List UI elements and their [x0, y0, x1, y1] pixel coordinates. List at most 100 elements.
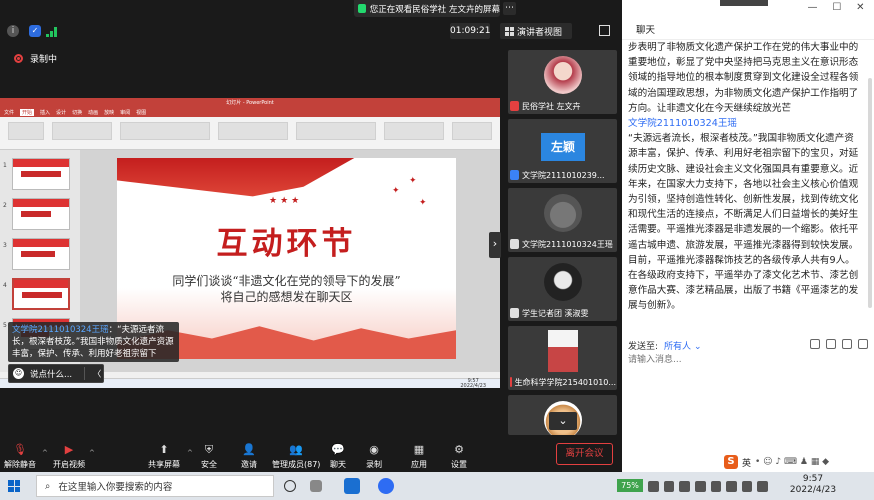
- record-button[interactable]: ◉ 录制: [366, 442, 382, 472]
- overlay-sender: 文学院2111010324王瑶: [12, 325, 109, 335]
- info-icon[interactable]: i: [7, 25, 19, 37]
- participant-tile[interactable]: 文学院2111010324王瑶: [508, 188, 617, 252]
- network-signal-icon[interactable]: [46, 27, 58, 37]
- task-view-icon[interactable]: [284, 480, 296, 492]
- shield-icon: ⛨: [204, 442, 214, 456]
- image-icon[interactable]: [826, 339, 836, 349]
- toolbar-label: 共享屏幕: [148, 460, 180, 469]
- toolbar-label: 邀请: [241, 460, 257, 469]
- screen-share-banner[interactable]: 您正在观看民俗学社 左文卉的屏幕: [354, 0, 500, 17]
- taskbar-clock[interactable]: 9:57 2022/4/23: [778, 474, 848, 498]
- slide-thumbnail-selected: [12, 278, 70, 310]
- sogou-ime-icon[interactable]: S: [724, 455, 738, 469]
- chat-message: 步表明了非物质文化遗产保护工作在党的伟大事业中的重要地位，彰显了党中央坚持把马克…: [628, 42, 859, 114]
- grid-view-icon: [505, 26, 514, 36]
- banner-more-button[interactable]: ⋯: [503, 2, 516, 15]
- ppt-tab: 插入: [40, 110, 51, 116]
- tray-icon[interactable]: [726, 480, 737, 492]
- ppt-tab: 审阅: [120, 110, 131, 116]
- tray-icon[interactable]: [694, 480, 706, 492]
- settings-button[interactable]: ⚙ 设置: [451, 442, 467, 472]
- share-banner-text: 您正在观看民俗学社 左文卉的屏幕: [369, 4, 500, 15]
- collapse-chat-icon[interactable]: 〈: [91, 368, 103, 380]
- participant-name: 文学院2111010239...: [522, 170, 605, 180]
- bird-icon: ✦: [419, 198, 427, 208]
- gear-icon: ⚙: [454, 443, 464, 456]
- toolbar-caret-icon[interactable]: ^: [89, 449, 95, 457]
- recording-label: 录制中: [30, 54, 58, 65]
- ime-icon[interactable]: [757, 480, 768, 492]
- taskbar-app-icon[interactable]: [344, 478, 360, 494]
- manage-participants-button[interactable]: 👥 管理成员(87): [272, 442, 320, 472]
- slide-subtitle-2: 将自己的感想发在聊天区: [220, 290, 353, 304]
- view-mode-button[interactable]: 演讲者视图: [500, 23, 572, 39]
- chat-message: “夫源远者流长，根深者枝茂。”我国非物质文化遗产资源丰富，保护、传承、利用好老祖…: [628, 133, 859, 312]
- meeting-toolbar: 🎙 解除静音 ▶ 开启视频 ⬆ 共享屏幕 ⛨ 安全 👤 邀请 👥 管理成员(87) 💬 聊天 ◉ 录制 ▦ 应用 ⚙…: [0, 441, 622, 472]
- shared-clock: 9:57 2022/4/23: [460, 378, 486, 389]
- unmute-button[interactable]: 🎙 解除静音: [4, 442, 36, 472]
- chat-scrollbar[interactable]: [868, 78, 872, 308]
- more-icon[interactable]: [858, 339, 868, 349]
- volume-icon[interactable]: [741, 480, 753, 492]
- smile-icon[interactable]: ☺: [13, 368, 24, 379]
- toolbar-caret-icon[interactable]: ^: [187, 449, 193, 457]
- bird-icon: ✦: [392, 186, 400, 196]
- ppt-tab: 视图: [136, 110, 147, 116]
- participant-tile[interactable]: 左颖 文学院2111010239...: [508, 119, 617, 183]
- tray-icon[interactable]: [663, 480, 675, 492]
- chat-button[interactable]: 💬 聊天: [330, 442, 346, 472]
- leave-meeting-button[interactable]: 离开会议: [556, 443, 613, 465]
- ime-toolbar[interactable]: S 英 • ☺ ♪ ⌨ ♟ ▦ ◆: [720, 453, 874, 471]
- scroll-down-chevron-icon[interactable]: ⌄: [549, 412, 577, 430]
- security-button[interactable]: ⛨ 安全: [201, 442, 217, 472]
- minimize-icon[interactable]: —: [807, 2, 817, 16]
- muted-mic-icon: [510, 377, 512, 387]
- ime-mode[interactable]: 英: [742, 456, 751, 469]
- chat-message-input[interactable]: [628, 352, 868, 368]
- participant-name: 生命科学学院215401010...: [514, 377, 616, 387]
- participant-tile[interactable]: 生命科学学院215401010...: [508, 326, 617, 390]
- participant-name-row: 文学院2111010324王瑶: [510, 238, 613, 250]
- quick-chat-input[interactable]: ☺ 说点什么... 〈: [8, 364, 104, 383]
- invite-button[interactable]: 👤 邀请: [241, 442, 257, 472]
- participant-tile[interactable]: 民俗学社 左文卉: [508, 50, 617, 114]
- zoom-app-icon[interactable]: [378, 478, 394, 494]
- share-screen-button[interactable]: ⬆ 共享屏幕: [148, 442, 180, 472]
- widget-icon[interactable]: [310, 480, 322, 492]
- apps-icon: ▦: [413, 443, 425, 456]
- participant-name: 文学院2111010324王瑶: [522, 239, 613, 249]
- chat-panel-title: 聊天: [636, 24, 656, 36]
- tray-icon[interactable]: [648, 480, 659, 492]
- tray-icon[interactable]: [710, 480, 722, 492]
- send-to-dropdown[interactable]: 所有人 ⌄: [664, 339, 701, 352]
- toolbar-label: 管理成员(87): [272, 460, 321, 469]
- encryption-shield-icon[interactable]: ✓: [29, 25, 41, 37]
- muted-mic-icon: [510, 239, 519, 249]
- send-to-label: 发送至:: [628, 341, 659, 352]
- windows-start-icon[interactable]: [8, 480, 20, 492]
- participant-tile[interactable]: 学生记者团 溪淑雯: [508, 257, 617, 321]
- chat-panel-header: 聊天: [622, 18, 874, 40]
- muted-mic-icon: [510, 101, 519, 111]
- maximize-icon[interactable]: ☐: [832, 2, 841, 16]
- ime-tools-icon[interactable]: • ☺ ♪ ⌨ ♟ ▦ ◆: [755, 457, 829, 467]
- chat-bubble-overlay[interactable]: 文学院2111010324王瑶：“夫源远者流长，根深者枝茂。”我国非物质文化遗产…: [8, 322, 179, 362]
- screenshot-icon[interactable]: [842, 339, 852, 349]
- close-icon[interactable]: ✕: [856, 2, 864, 16]
- toolbar-caret-icon[interactable]: ^: [42, 449, 48, 457]
- file-icon[interactable]: [810, 339, 820, 349]
- participant-name-row: 学生记者团 溪淑雯: [510, 307, 589, 319]
- collapse-panel-chevron-icon[interactable]: ›: [489, 232, 501, 258]
- slide-title: 互动环节: [216, 226, 357, 262]
- bird-icon: ✦: [409, 176, 417, 186]
- apps-button[interactable]: ▦ 应用: [411, 442, 427, 472]
- tray-icon[interactable]: [679, 480, 690, 492]
- toolbar-label: 设置: [451, 460, 467, 469]
- chat-messages[interactable]: 步表明了非物质文化遗产保护工作在党的伟大事业中的重要地位，彰显了党中央坚持把马克…: [622, 40, 868, 340]
- view-mode-label: 演讲者视图: [517, 27, 563, 38]
- fullscreen-icon[interactable]: [599, 25, 610, 36]
- search-icon: ⌕: [45, 480, 51, 492]
- start-video-button[interactable]: ▶ 开启视频: [53, 442, 85, 472]
- muted-mic-icon: [510, 308, 519, 318]
- taskbar-search[interactable]: ⌕ 在这里输入你要搜索的内容: [36, 475, 274, 497]
